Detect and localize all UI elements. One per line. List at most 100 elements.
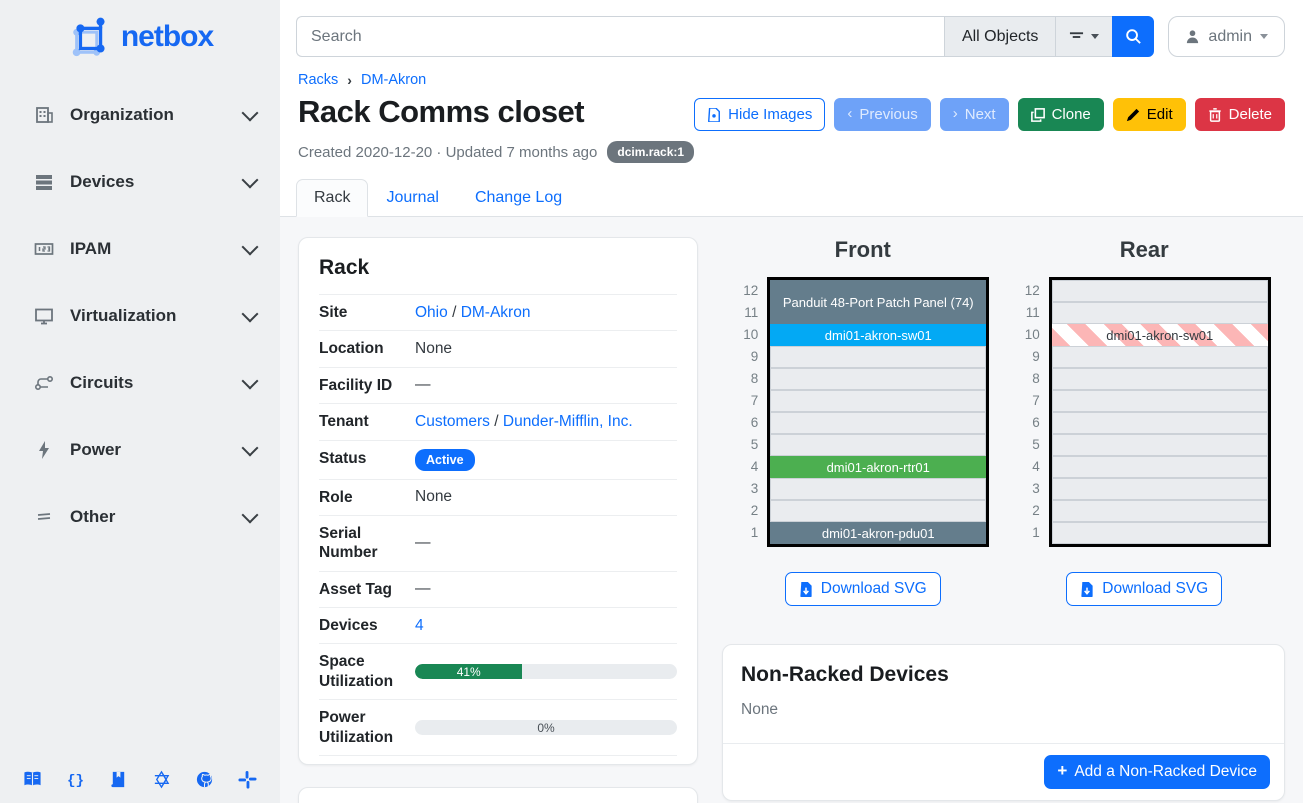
unit-number: 9 [1018,346,1040,368]
table-row: Devices 4 [319,608,677,644]
role-label: Role [319,479,415,515]
device-block[interactable]: dmi01-akron-sw01 [770,324,986,346]
tenant-customers-link[interactable]: Customers [415,413,490,430]
caret-down-icon [1260,34,1268,39]
add-non-racked-device-label: Add a Non-Racked Device [1074,763,1257,781]
server-icon [34,172,54,192]
device-block[interactable]: dmi01-akron-sw01 [1052,324,1268,346]
rack-info-table: Site Ohio / DM-Akron Location None Facil… [319,294,677,756]
devices-count-link[interactable]: 4 [415,617,424,634]
location-value: None [415,331,677,367]
add-non-racked-device-button[interactable]: + Add a Non-Racked Device [1044,755,1270,789]
rack-slot [770,478,986,500]
docs-icon[interactable] [22,769,42,789]
breadcrumb-dm-akron[interactable]: DM-Akron [361,72,426,88]
rear-rack-frame: dmi01-akron-sw01 [1049,277,1271,547]
rear-download-label: Download SVG [1102,580,1208,598]
slack-icon[interactable] [238,769,258,789]
sidebar-item-devices[interactable]: Devices [0,157,280,207]
tab-change-log[interactable]: Change Log [457,179,580,217]
sidebar-item-ipam[interactable]: IPAM [0,224,280,274]
breadcrumb-racks[interactable]: Racks [298,72,338,88]
unit-number: 12 [736,280,758,302]
tenant-dunder-mifflin-link[interactable]: Dunder-Mifflin, Inc. [503,413,633,430]
hide-images-label: Hide Images [728,106,812,123]
unit-number: 10 [736,324,758,346]
sidebar-item-organization[interactable]: Organization [0,90,280,140]
netbox-logo[interactable]: netbox [0,0,280,70]
unit-number: 5 [736,434,758,456]
tab-journal[interactable]: Journal [368,179,456,217]
rear-rack: 121110987654321 dmi01-akron-sw01 [1018,277,1271,547]
device-block[interactable]: dmi01-akron-rtr01 [770,456,986,478]
tenant-label: Tenant [319,404,415,440]
next-button[interactable]: › Next [940,98,1009,131]
facility-id-label: Facility ID [319,367,415,403]
sidebar-footer: {} [0,755,280,803]
status-badge: Active [415,449,475,471]
site-ohio-link[interactable]: Ohio [415,304,448,321]
device-block[interactable]: dmi01-akron-pdu01 [770,522,986,544]
unit-number: 12 [1018,280,1040,302]
space-utilization-bar: 41% [415,664,677,679]
edit-label: Edit [1147,106,1173,123]
front-download-svg-button[interactable]: Download SVG [785,572,941,606]
right-column: Front 121110987654321 Panduit 48-Port Pa… [722,237,1285,783]
previous-label: Previous [859,106,917,123]
counter-icon [34,239,54,259]
sidebar-item-power[interactable]: Power [0,425,280,475]
sidebar-item-label: Organization [70,105,228,125]
page-title: Rack Comms closet [298,94,584,130]
front-rack-frame: Panduit 48-Port Patch Panel (74)dmi01-ak… [767,277,989,547]
github-icon[interactable] [195,769,215,789]
sidebar-item-circuits[interactable]: Circuits [0,358,280,408]
breadcrumb: Racks › DM-Akron [280,57,1303,88]
unit-number: 5 [1018,434,1040,456]
rack-slot [1052,280,1268,302]
rack-slot [1052,346,1268,368]
title-row: Rack Comms closet Hide Images ‹ Previous… [280,88,1303,131]
search-icon [1125,28,1142,45]
rack-slot [770,368,986,390]
device-block[interactable]: Panduit 48-Port Patch Panel (74) [770,280,986,324]
journal-icon[interactable] [108,769,128,789]
unit-number: 2 [1018,500,1040,522]
delete-button[interactable]: Delete [1195,98,1285,131]
site-dm-akron-link[interactable]: DM-Akron [461,304,531,321]
sidebar-item-virtualization[interactable]: Virtualization [0,291,280,341]
non-racked-footer: + Add a Non-Racked Device [723,743,1284,800]
unit-number: 3 [736,478,758,500]
filter-icon [1069,31,1084,43]
community-icon[interactable] [152,769,172,789]
sidebar-item-label: Virtualization [70,306,228,326]
clone-label: Clone [1052,106,1091,123]
sidebar-nav: Organization Devices IPAM Virtualization Cir… [0,90,280,559]
user-menu-button[interactable]: admin [1168,16,1285,57]
svg-text:{}: {} [67,773,84,789]
rear-download-svg-button[interactable]: Download SVG [1066,572,1222,606]
rack-slot [770,412,986,434]
rack-info-card: Rack Site Ohio / DM-Akron Location None … [298,237,698,765]
search-filter-button[interactable] [1055,16,1112,57]
netbox-wordmark: netbox [121,20,213,54]
edit-button[interactable]: Edit [1113,98,1186,131]
sidebar-item-label: Power [70,440,228,460]
rack-slot [1052,478,1268,500]
main-area: All Objects admin [280,0,1303,803]
rear-unit-numbers: 121110987654321 [1018,277,1049,547]
unit-number: 8 [736,368,758,390]
sidebar-item-label: Devices [70,172,228,192]
sidebar-item-other[interactable]: Other [0,492,280,542]
chevron-down-icon [242,104,259,121]
facility-id-value: — [415,367,677,403]
asset-tag-label: Asset Tag [319,571,415,607]
previous-button[interactable]: ‹ Previous [834,98,930,131]
search-input[interactable] [296,16,944,57]
tab-rack[interactable]: Rack [296,179,368,217]
api-icon[interactable]: {} [65,769,85,789]
clone-button[interactable]: Clone [1018,98,1104,131]
search-submit-button[interactable] [1112,16,1154,57]
hide-images-button[interactable]: Hide Images [694,98,825,131]
asset-tag-value: — [415,571,677,607]
search-scope-button[interactable]: All Objects [944,16,1055,57]
